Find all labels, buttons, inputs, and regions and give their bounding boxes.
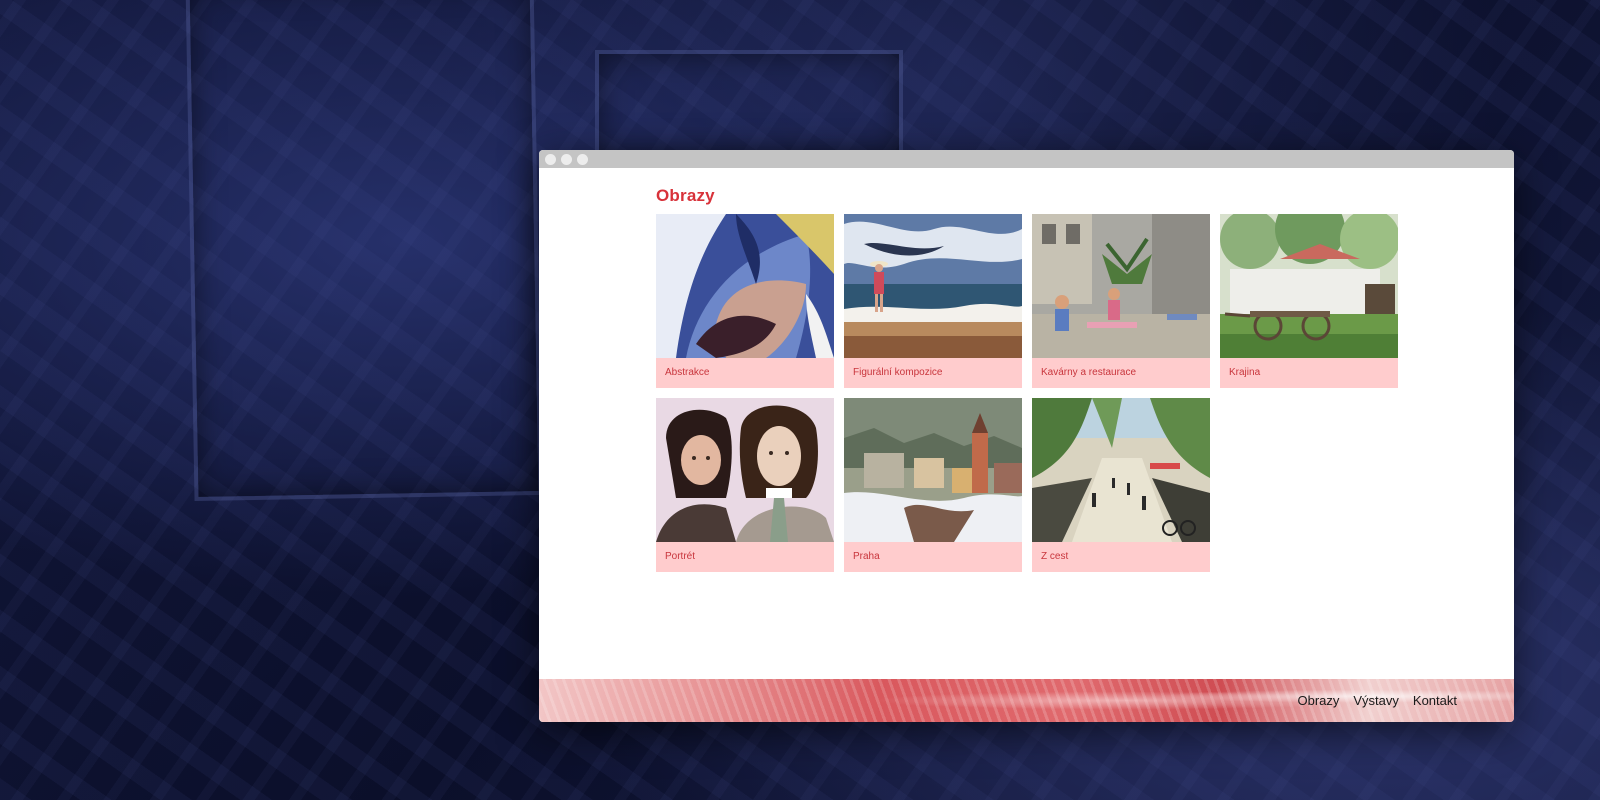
landscape-painting-image — [1220, 214, 1398, 358]
background-box — [185, 0, 543, 501]
gallery-item-label: Kavárny a restaurace — [1032, 358, 1210, 388]
travel-street-painting-image — [1032, 398, 1210, 542]
nav-link-obrazy[interactable]: Obrazy — [1297, 693, 1339, 708]
gallery-item-portret[interactable]: Portrét — [656, 398, 834, 572]
browser-window: Obrazy Abstrakce Figurální kompozice Kav… — [539, 150, 1514, 722]
portrait-painting-image — [656, 398, 834, 542]
footer-nav: Obrazy Výstavy Kontakt — [1297, 679, 1457, 722]
gallery-item-label: Krajina — [1220, 358, 1398, 388]
footer: Obrazy Výstavy Kontakt — [539, 679, 1514, 722]
gallery-item-abstrakce[interactable]: Abstrakce — [656, 214, 834, 388]
gallery-section: Obrazy Abstrakce Figurální kompozice Kav… — [656, 186, 1398, 572]
gallery-item-z-cest[interactable]: Z cest — [1032, 398, 1210, 572]
beach-figure-painting-image — [844, 214, 1022, 358]
page-title: Obrazy — [656, 186, 715, 205]
gallery-item-label: Abstrakce — [656, 358, 834, 388]
gallery-item-praha[interactable]: Praha — [844, 398, 1022, 572]
nav-link-vystavy[interactable]: Výstavy — [1353, 693, 1399, 708]
window-minimize-dot[interactable] — [561, 154, 572, 165]
gallery-item-label: Praha — [844, 542, 1022, 572]
gallery-item-label: Z cest — [1032, 542, 1210, 572]
abstract-painting-image — [656, 214, 834, 358]
gallery-item-figuralni-kompozice[interactable]: Figurální kompozice — [844, 214, 1022, 388]
prague-painting-image — [844, 398, 1022, 542]
browser-titlebar — [539, 150, 1514, 168]
nav-link-kontakt[interactable]: Kontakt — [1413, 693, 1457, 708]
gallery-item-label: Portrét — [656, 542, 834, 572]
window-close-dot[interactable] — [545, 154, 556, 165]
gallery-item-label: Figurální kompozice — [844, 358, 1022, 388]
background-box — [595, 50, 903, 158]
window-maximize-dot[interactable] — [577, 154, 588, 165]
cafe-painting-image — [1032, 214, 1210, 358]
gallery-grid: Abstrakce Figurální kompozice Kavárny a … — [656, 214, 1398, 572]
gallery-item-krajina[interactable]: Krajina — [1220, 214, 1398, 388]
gallery-item-kavarny-a-restaurace[interactable]: Kavárny a restaurace — [1032, 214, 1210, 388]
